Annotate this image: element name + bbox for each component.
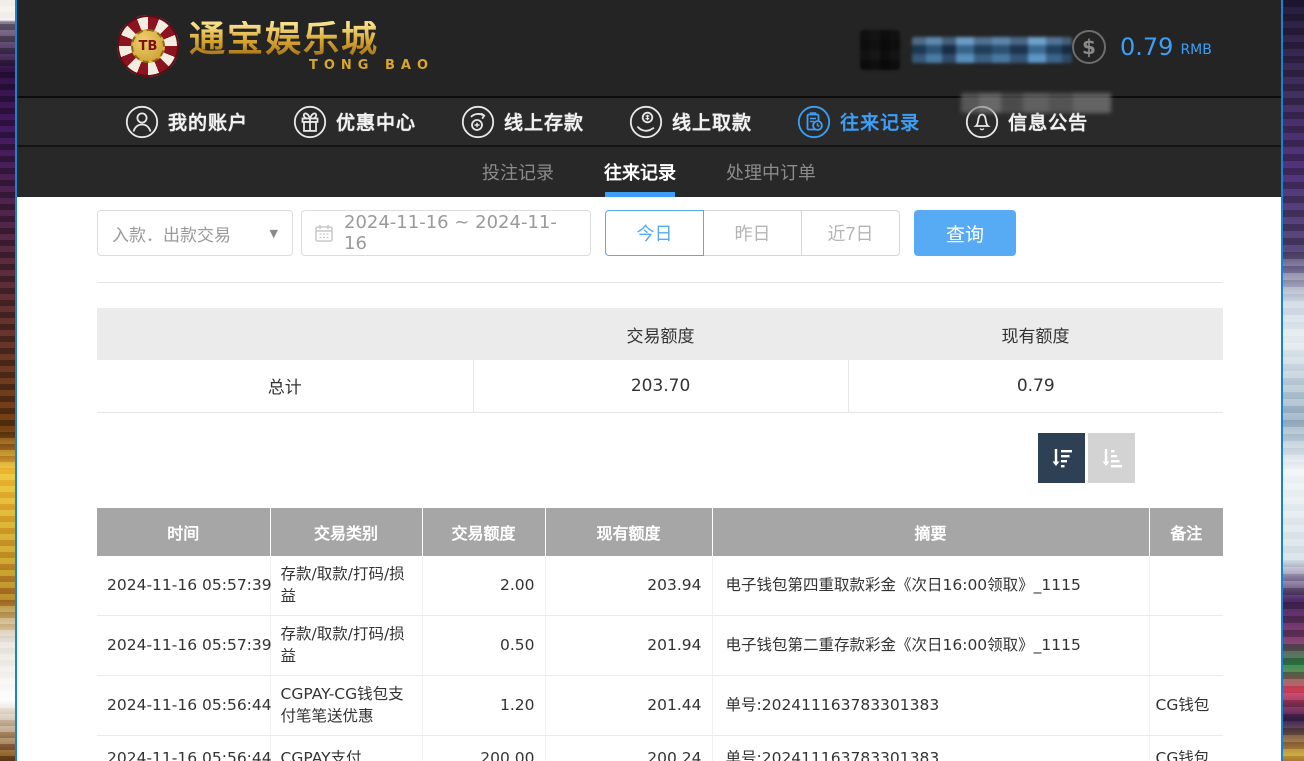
cell-type: 存款/取款/打码/损益 bbox=[270, 615, 422, 675]
record-tabs: 投注记录 往来记录 处理中订单 bbox=[17, 147, 1281, 197]
casino-chip-icon: TB bbox=[117, 15, 179, 77]
cell-time: 2024-11-16 05:56:44 bbox=[97, 675, 270, 735]
col-header-summary: 摘要 bbox=[712, 508, 1149, 556]
col-header-type: 交易类别 bbox=[270, 508, 422, 556]
filter-row: 入款．出款交易 ▼ 2024-11-16 ~ 2024-11-16 今日 昨日 … bbox=[97, 210, 1016, 256]
cell-type: CGPAY-CG钱包支付笔笔送优惠 bbox=[270, 675, 422, 735]
redaction-blur bbox=[961, 93, 1111, 113]
table-row: 2024-11-16 05:57:39 存款/取款/打码/损益 2.00 203… bbox=[97, 556, 1223, 615]
tab-processing-orders[interactable]: 处理中订单 bbox=[722, 147, 820, 197]
records-clipboard-icon bbox=[797, 105, 831, 139]
cell-balance: 201.44 bbox=[545, 675, 712, 735]
quick-date-group: 今日 昨日 近7日 bbox=[605, 210, 900, 256]
nav-promotions[interactable]: 优惠中心 bbox=[293, 105, 416, 139]
casino-site-window: TB 通宝娱乐城 TONG BAO $ 0.79 RMB 我的账户 bbox=[15, 0, 1283, 761]
logo-title: 通宝娱乐城 bbox=[189, 21, 434, 57]
main-navigation: 我的账户 优惠中心 线上存款 线上取款 bbox=[17, 96, 1281, 147]
sort-controls bbox=[1038, 433, 1135, 483]
logo-subtitle: TONG BAO bbox=[189, 59, 434, 72]
balance-currency: RMB bbox=[1180, 42, 1211, 58]
cell-time: 2024-11-16 05:56:44 bbox=[97, 735, 270, 761]
section-divider bbox=[97, 282, 1223, 283]
records-table: 时间 交易类别 交易额度 现有额度 摘要 备注 2024-11-16 05:57… bbox=[97, 508, 1223, 761]
records-header-row: 时间 交易类别 交易额度 现有额度 摘要 备注 bbox=[97, 508, 1223, 556]
summary-header-transaction: 交易额度 bbox=[473, 308, 848, 360]
summary-transaction-total: 203.70 bbox=[473, 360, 848, 412]
table-row: 2024-11-16 05:56:44 CGPAY-CG钱包支付笔笔送优惠 1.… bbox=[97, 675, 1223, 735]
cell-type: CGPAY支付 bbox=[270, 735, 422, 761]
tab-betting-records[interactable]: 投注记录 bbox=[478, 147, 558, 197]
cell-note bbox=[1149, 556, 1223, 615]
col-header-note: 备注 bbox=[1149, 508, 1223, 556]
background-window-right bbox=[1283, 0, 1304, 761]
date-range-value: 2024-11-16 ~ 2024-11-16 bbox=[344, 212, 578, 254]
cell-amount: 200.00 bbox=[422, 735, 545, 761]
yesterday-button[interactable]: 昨日 bbox=[703, 210, 802, 256]
last7days-button[interactable]: 近7日 bbox=[801, 210, 900, 256]
balance-display[interactable]: $ 0.79 RMB bbox=[1072, 30, 1212, 64]
cell-time: 2024-11-16 05:57:39 bbox=[97, 615, 270, 675]
cell-type: 存款/取款/打码/损益 bbox=[270, 556, 422, 615]
summary-total-label: 总计 bbox=[97, 360, 473, 412]
content-area: 入款．出款交易 ▼ 2024-11-16 ~ 2024-11-16 今日 昨日 … bbox=[17, 197, 1281, 761]
cell-time: 2024-11-16 05:57:39 bbox=[97, 556, 270, 615]
cell-summary: 电子钱包第四重取款彩金《次日16:00领取》_1115 bbox=[712, 556, 1149, 615]
cell-note: CG钱包 bbox=[1149, 735, 1223, 761]
cell-amount: 0.50 bbox=[422, 615, 545, 675]
table-row: 2024-11-16 05:57:39 存款/取款/打码/损益 0.50 201… bbox=[97, 615, 1223, 675]
cell-summary: 单号:202411163783301383 bbox=[712, 675, 1149, 735]
date-range-picker[interactable]: 2024-11-16 ~ 2024-11-16 bbox=[301, 210, 591, 256]
user-icon bbox=[125, 105, 159, 139]
deposit-coin-hand-icon bbox=[461, 105, 495, 139]
summary-total-row: 总计 203.70 0.79 bbox=[97, 360, 1223, 412]
summary-header-balance: 现有额度 bbox=[848, 308, 1223, 360]
nav-announcements[interactable]: 信息公告 bbox=[965, 105, 1088, 139]
cell-amount: 2.00 bbox=[422, 556, 545, 615]
sort-ascending-icon bbox=[1099, 445, 1125, 471]
cell-balance: 201.94 bbox=[545, 615, 712, 675]
balance-amount: 0.79 bbox=[1120, 33, 1173, 61]
cell-amount: 1.20 bbox=[422, 675, 545, 735]
summary-header-row: 交易额度 现有额度 bbox=[97, 308, 1223, 360]
user-account-area[interactable] bbox=[860, 30, 1072, 70]
table-row: 2024-11-16 05:56:44 CGPAY支付 200.00 200.2… bbox=[97, 735, 1223, 761]
nav-online-deposit[interactable]: 线上存款 bbox=[461, 105, 584, 139]
col-header-time: 时间 bbox=[97, 508, 270, 556]
cell-note bbox=[1149, 615, 1223, 675]
cell-balance: 203.94 bbox=[545, 556, 712, 615]
nav-online-withdraw[interactable]: 线上取款 bbox=[629, 105, 752, 139]
calendar-icon bbox=[314, 223, 334, 243]
dollar-icon: $ bbox=[1072, 30, 1106, 64]
selected-type-label: 入款．出款交易 bbox=[112, 221, 231, 246]
background-window-left bbox=[0, 0, 15, 761]
chip-tb-monogram: TB bbox=[131, 29, 165, 63]
logo-text: 通宝娱乐城 TONG BAO bbox=[189, 21, 434, 72]
sort-descending-icon bbox=[1049, 445, 1075, 471]
avatar bbox=[860, 30, 900, 70]
sort-ascending-button[interactable] bbox=[1088, 433, 1135, 483]
site-logo[interactable]: TB 通宝娱乐城 TONG BAO bbox=[117, 15, 434, 77]
sort-descending-button[interactable] bbox=[1038, 433, 1085, 483]
cell-summary: 单号:202411163783301383 bbox=[712, 735, 1149, 761]
site-header: TB 通宝娱乐城 TONG BAO $ 0.79 RMB bbox=[17, 0, 1281, 96]
col-header-balance: 现有额度 bbox=[545, 508, 712, 556]
cell-note: CG钱包 bbox=[1149, 675, 1223, 735]
search-button[interactable]: 查询 bbox=[914, 210, 1016, 256]
tab-transaction-records[interactable]: 往来记录 bbox=[600, 147, 680, 197]
summary-balance-total: 0.79 bbox=[848, 360, 1223, 412]
withdraw-money-hand-icon bbox=[629, 105, 663, 139]
today-button[interactable]: 今日 bbox=[605, 210, 704, 256]
username-redacted bbox=[912, 37, 1072, 63]
summary-header-empty bbox=[97, 308, 473, 360]
nav-transaction-records[interactable]: 往来记录 bbox=[797, 105, 920, 139]
cell-balance: 200.24 bbox=[545, 735, 712, 761]
col-header-amount: 交易额度 bbox=[422, 508, 545, 556]
nav-my-account[interactable]: 我的账户 bbox=[125, 105, 248, 139]
summary-table: 交易额度 现有额度 总计 203.70 0.79 bbox=[97, 308, 1223, 413]
chevron-down-icon: ▼ bbox=[270, 227, 278, 240]
cell-summary: 电子钱包第二重存款彩金《次日16:00领取》_1115 bbox=[712, 615, 1149, 675]
gift-icon bbox=[293, 105, 327, 139]
transaction-type-select[interactable]: 入款．出款交易 ▼ bbox=[97, 210, 293, 256]
